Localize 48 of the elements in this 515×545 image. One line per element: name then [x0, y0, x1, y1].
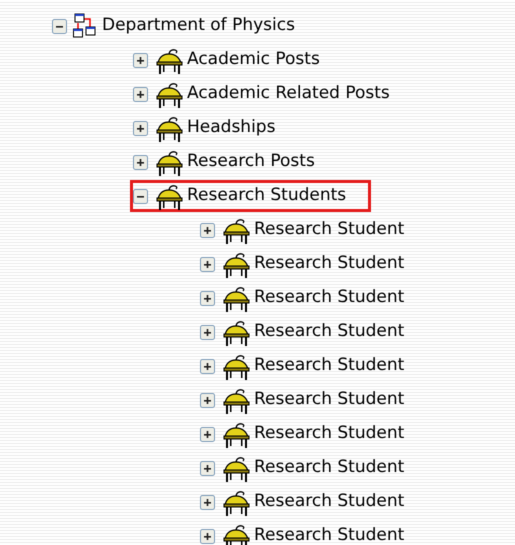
node-label: Research Posts — [187, 150, 315, 174]
expand-icon[interactable] — [133, 154, 148, 170]
expand-icon[interactable] — [200, 358, 215, 374]
tree-node[interactable]: Research Student — [197, 248, 430, 280]
tree-node[interactable]: Academic Posts — [130, 44, 345, 76]
tree-node[interactable]: Research Student — [197, 486, 430, 518]
expand-icon[interactable] — [200, 290, 215, 306]
expand-icon[interactable] — [200, 460, 215, 476]
expand-icon[interactable] — [133, 86, 148, 102]
expand-icon[interactable] — [133, 52, 148, 68]
node-label: Research Student — [254, 456, 404, 480]
tree-node[interactable]: Research Student — [197, 350, 430, 382]
expand-icon[interactable] — [200, 528, 215, 544]
expand-icon[interactable] — [200, 324, 215, 340]
node-label: Department of Physics — [102, 14, 295, 38]
node-label: Research Student — [254, 388, 404, 412]
node-label: Research Student — [254, 286, 404, 310]
tree-node[interactable]: Research Student — [197, 384, 430, 416]
node-label: Research Student — [254, 422, 404, 446]
collapse-icon[interactable] — [133, 188, 148, 204]
expand-icon[interactable] — [133, 120, 148, 136]
collapse-icon[interactable] — [52, 18, 67, 34]
expand-icon[interactable] — [200, 392, 215, 408]
node-label: Research Student — [254, 524, 404, 545]
tree-node[interactable]: Research Student — [197, 418, 430, 450]
node-label: Research Students — [187, 184, 346, 208]
tree-node[interactable]: Academic Related Posts — [130, 78, 415, 110]
tree-node[interactable]: Research Student — [197, 282, 430, 314]
node-label: Research Student — [254, 218, 404, 242]
node-label: Academic Related Posts — [187, 82, 390, 106]
tree-node[interactable]: Research Student — [197, 214, 430, 246]
tree-node[interactable]: Research Student — [197, 452, 430, 484]
tree-node[interactable]: Research Student — [197, 520, 430, 545]
tree-node[interactable]: Research Posts — [130, 146, 340, 178]
expand-icon[interactable] — [200, 494, 215, 510]
expand-icon[interactable] — [200, 256, 215, 272]
node-label: Research Student — [254, 320, 404, 344]
expand-icon[interactable] — [200, 426, 215, 442]
node-label: Research Student — [254, 252, 404, 276]
node-label: Research Student — [254, 490, 404, 514]
expand-icon[interactable] — [200, 222, 215, 238]
node-label: Academic Posts — [187, 48, 320, 72]
tree-node[interactable]: Department of Physics — [49, 10, 320, 42]
highlighted-tree-node[interactable]: Research Students — [130, 180, 372, 212]
node-label: Headships — [187, 116, 276, 140]
tree-node[interactable]: Research Student — [197, 316, 430, 348]
node-label: Research Student — [254, 354, 404, 378]
tree-node[interactable]: Headships — [130, 112, 300, 144]
